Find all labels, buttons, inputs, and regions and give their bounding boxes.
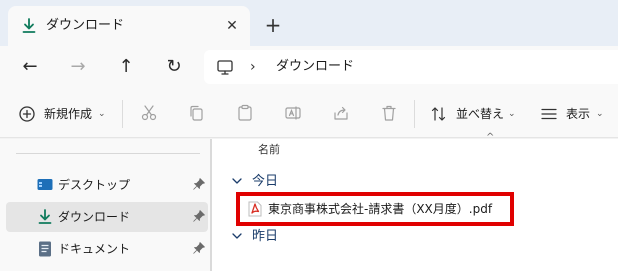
delete-icon[interactable] bbox=[380, 104, 398, 122]
forward-button[interactable]: → bbox=[64, 54, 92, 80]
toolbar-divider bbox=[414, 100, 415, 128]
download-icon bbox=[38, 209, 52, 224]
navigation-pane: デスクトップ ダウンロード ドキュメント bbox=[0, 139, 210, 271]
refresh-button[interactable]: ↻ bbox=[160, 54, 188, 80]
new-button-label: 新規作成 bbox=[44, 107, 93, 121]
breadcrumb-downloads[interactable]: ダウンロード bbox=[276, 58, 354, 76]
sidebar-item-documents[interactable]: ドキュメント bbox=[6, 234, 208, 264]
sidebar-item-downloads[interactable]: ダウンロード bbox=[6, 202, 208, 232]
tab-downloads[interactable]: ダウンロード ✕ bbox=[8, 6, 250, 46]
pin-icon[interactable] bbox=[192, 241, 206, 255]
group-label: 昨日 bbox=[252, 229, 279, 244]
computer-icon[interactable] bbox=[216, 58, 234, 76]
download-icon bbox=[22, 18, 36, 33]
file-row[interactable]: 東京商事株式会社-請求書（XX月度）.pdf bbox=[236, 192, 514, 226]
group-label: 今日 bbox=[252, 174, 279, 189]
toolbar-divider bbox=[122, 100, 123, 128]
document-icon bbox=[39, 241, 51, 257]
breadcrumb-separator[interactable]: › bbox=[250, 58, 256, 76]
close-tab-button[interactable]: ✕ bbox=[222, 16, 242, 36]
sidebar-item-label: ダウンロード bbox=[58, 210, 131, 224]
plus-circle-icon bbox=[19, 106, 35, 122]
list-view-icon bbox=[541, 108, 557, 120]
file-list: ^ 名前 今日 東京商事株式会社-請求書（XX月度）.pdf 昨日 bbox=[212, 132, 618, 271]
navigation-bar: ← → ↑ ↻ › ダウンロード bbox=[0, 46, 618, 88]
pin-icon[interactable] bbox=[192, 209, 206, 223]
sidebar-item-label: ドキュメント bbox=[58, 242, 131, 256]
pdf-icon bbox=[248, 201, 262, 217]
sort-ascending-indicator: ^ bbox=[486, 132, 495, 143]
rename-icon[interactable] bbox=[284, 104, 302, 122]
back-button[interactable]: ← bbox=[16, 54, 44, 80]
new-tab-button[interactable]: + bbox=[262, 14, 284, 36]
column-header-name[interactable]: 名前 bbox=[258, 143, 280, 157]
desktop-icon bbox=[37, 179, 53, 190]
chevron-down-icon: ⌄ bbox=[508, 109, 516, 119]
chevron-down-icon: ⌄ bbox=[596, 109, 604, 119]
paste-icon[interactable] bbox=[236, 104, 254, 122]
sort-button-label: 並べ替え bbox=[456, 107, 505, 121]
address-bar[interactable]: › ダウンロード bbox=[204, 50, 618, 84]
section-divider bbox=[16, 153, 200, 154]
copy-icon[interactable] bbox=[187, 104, 205, 122]
up-button[interactable]: ↑ bbox=[112, 54, 140, 80]
view-button-label: 表示 bbox=[566, 107, 591, 121]
tab-title: ダウンロード bbox=[46, 18, 125, 33]
tab-strip: ダウンロード ✕ + bbox=[0, 0, 618, 46]
chevron-down-icon[interactable] bbox=[230, 229, 244, 243]
command-bar: 新規作成 ⌄ 並べ替え ⌄ 表示 ⌄ bbox=[0, 88, 618, 138]
pin-icon[interactable] bbox=[192, 177, 206, 191]
chevron-down-icon[interactable] bbox=[230, 174, 244, 188]
cut-icon[interactable] bbox=[140, 104, 158, 122]
share-icon[interactable] bbox=[332, 104, 350, 122]
sidebar-item-desktop[interactable]: デスクトップ bbox=[6, 170, 208, 200]
chevron-down-icon: ⌄ bbox=[98, 109, 106, 119]
sort-icon bbox=[431, 107, 446, 121]
sidebar-item-label: デスクトップ bbox=[58, 178, 131, 192]
file-name: 東京商事株式会社-請求書（XX月度）.pdf bbox=[268, 202, 493, 216]
